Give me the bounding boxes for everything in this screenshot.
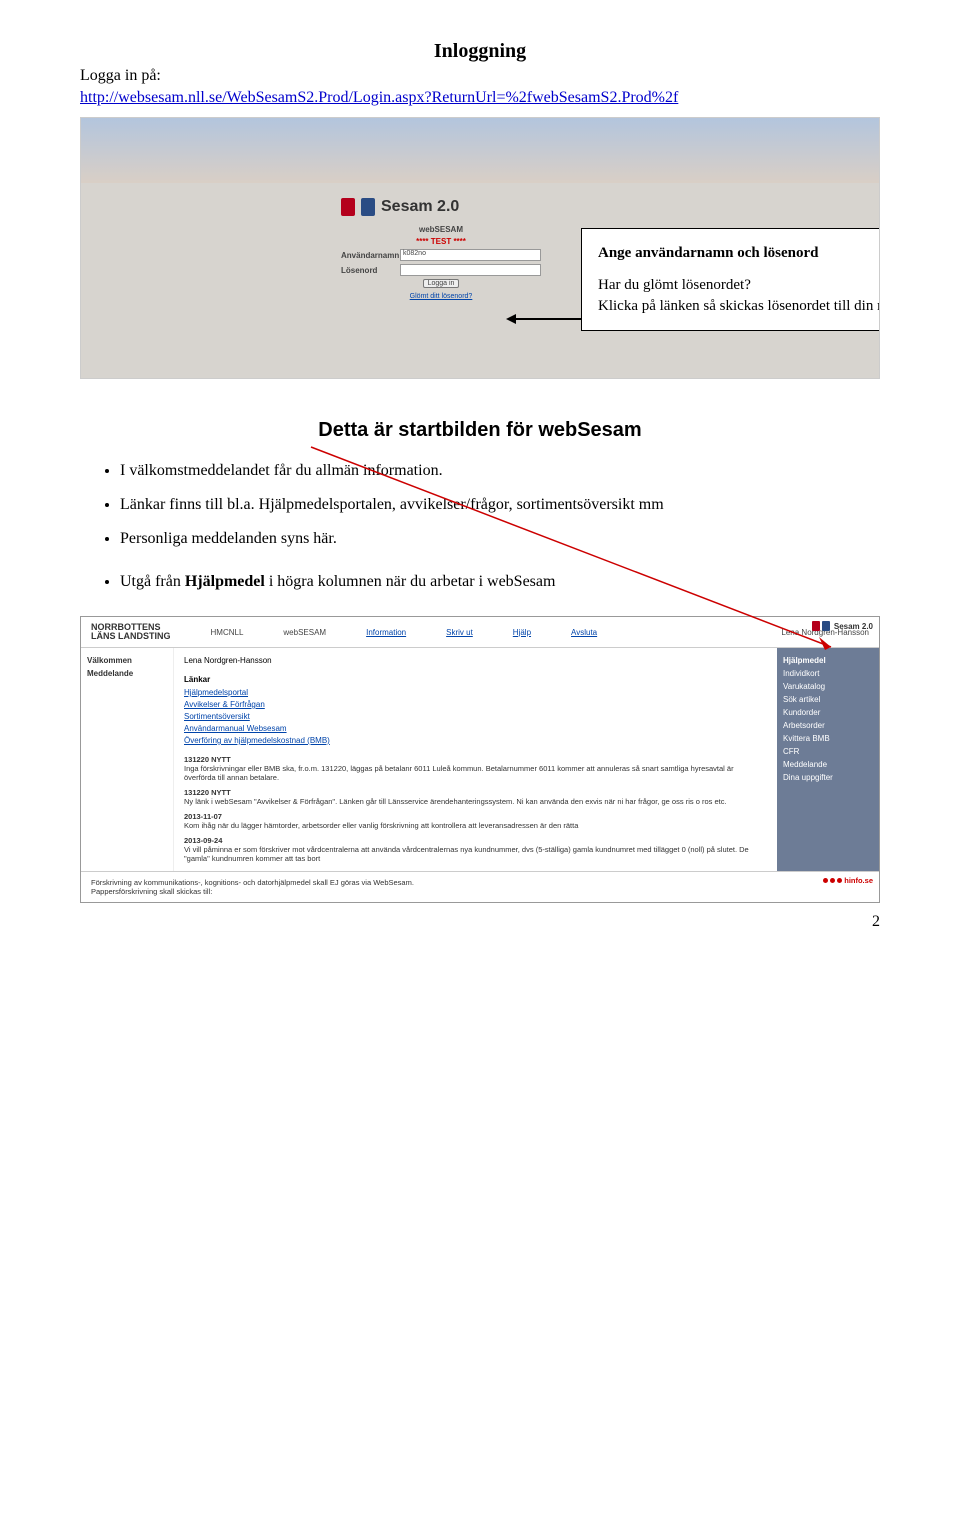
password-input[interactable] [400, 264, 541, 276]
callout-arrow-head [506, 314, 516, 324]
news-body: Ny länk i webSesam "Avvikelser & Förfråg… [184, 797, 767, 806]
utga-bold: Hjälpmedel [185, 573, 265, 590]
utga-pre: Utgå från [120, 573, 185, 590]
login-url-link[interactable]: http://websesam.nll.se/WebSesamS2.Prod/L… [80, 89, 678, 106]
login-screenshot: Sesam 2.0 webSESAM **** TEST **** Använd… [80, 117, 880, 379]
intro-text: Logga in på: [80, 67, 880, 85]
login-button[interactable]: Logga in [423, 279, 460, 288]
right-menu-item[interactable]: Sök artikel [783, 695, 873, 704]
news-body: Vi vill påminna er som förskriver mot vå… [184, 845, 767, 863]
callout-heading: Ange användarnamn och lösenord [598, 243, 880, 263]
right-menu-item[interactable]: Varukatalog [783, 682, 873, 691]
news-section: 131220 NYTT Inga förskrivningar eller BM… [184, 755, 767, 863]
news-body: Inga förskrivningar eller BMB ska, fr.o.… [184, 764, 767, 782]
news-title: 131220 NYTT [184, 788, 767, 797]
news-title: 2013-11-07 [184, 812, 767, 821]
right-menu-item[interactable]: Arbetsorder [783, 721, 873, 730]
callout-arrow [511, 318, 581, 320]
right-menu: Hjälpmedel Individkort Varukatalog Sök a… [777, 648, 879, 871]
login-form: Sesam 2.0 webSESAM **** TEST **** Använd… [341, 198, 541, 300]
hinfo-logo: hinfo.se [823, 876, 873, 885]
right-menu-item[interactable]: Kvittera BMB [783, 734, 873, 743]
websesam-label: webSESAM [341, 225, 541, 234]
forgot-password-link[interactable]: Glömt ditt lösenord? [410, 293, 473, 300]
right-menu-item[interactable]: Individkort [783, 669, 873, 678]
links-heading: Länkar [184, 675, 767, 684]
news-body: Kom ihåg när du lägger hämtorder, arbets… [184, 821, 767, 830]
right-menu-item[interactable]: Kundorder [783, 708, 873, 717]
password-label: Lösenord [341, 266, 396, 275]
hmcnll-label: HMCNLL [211, 628, 244, 637]
link-item[interactable]: Överföring av hjälpmedelskostnad (BMB) [184, 736, 767, 745]
footer-line: Pappersförskrivning skall skickas till: [91, 887, 869, 896]
left-column: Välkommen Meddelande [81, 648, 174, 871]
section-heading: Detta är startbilden för webSesam [80, 419, 880, 442]
right-menu-item[interactable]: Dina uppgifter [783, 773, 873, 782]
callout-line2: Klicka på länken så skickas lösenordet t… [598, 296, 880, 316]
link-item[interactable]: Sortimentsöversikt [184, 712, 767, 721]
sesam-logo: Sesam 2.0 [341, 198, 541, 216]
link-item[interactable]: Hjälpmedelsportal [184, 688, 767, 697]
callout-box: Ange användarnamn och lösenord Har du gl… [581, 228, 880, 331]
main-column: Lena Nordgren-Hansson Länkar Hjälpmedels… [174, 648, 777, 871]
nll-logo: NORRBOTTENSLÄNS LANDSTING [91, 623, 171, 641]
link-item[interactable]: Avvikelser & Förfrågan [184, 700, 767, 709]
callout-line1: Har du glömt lösenordet? [598, 275, 880, 295]
footer-line: Förskrivning av kommunikations-, kogniti… [91, 878, 869, 887]
right-menu-item[interactable]: CFR [783, 747, 873, 756]
startpage-screenshot: NORRBOTTENSLÄNS LANDSTING HMCNLL webSESA… [80, 616, 880, 903]
news-title: 2013-09-24 [184, 836, 767, 845]
test-label: **** TEST **** [341, 237, 541, 246]
username-label: Användarnamn [341, 251, 396, 260]
right-menu-item[interactable]: Meddelande [783, 760, 873, 769]
link-item[interactable]: Användarmanual Websesam [184, 724, 767, 733]
footer: Förskrivning av kommunikations-, kogniti… [81, 871, 879, 902]
page-title: Inloggning [80, 40, 880, 63]
red-arrow-icon [311, 447, 851, 669]
left-welcome: Välkommen [87, 656, 167, 665]
brand-text: Sesam 2.0 [381, 198, 459, 216]
username-input[interactable]: k082no [400, 249, 541, 261]
news-title: 131220 NYTT [184, 755, 767, 764]
left-message: Meddelande [87, 669, 167, 678]
page-number: 2 [80, 913, 880, 931]
